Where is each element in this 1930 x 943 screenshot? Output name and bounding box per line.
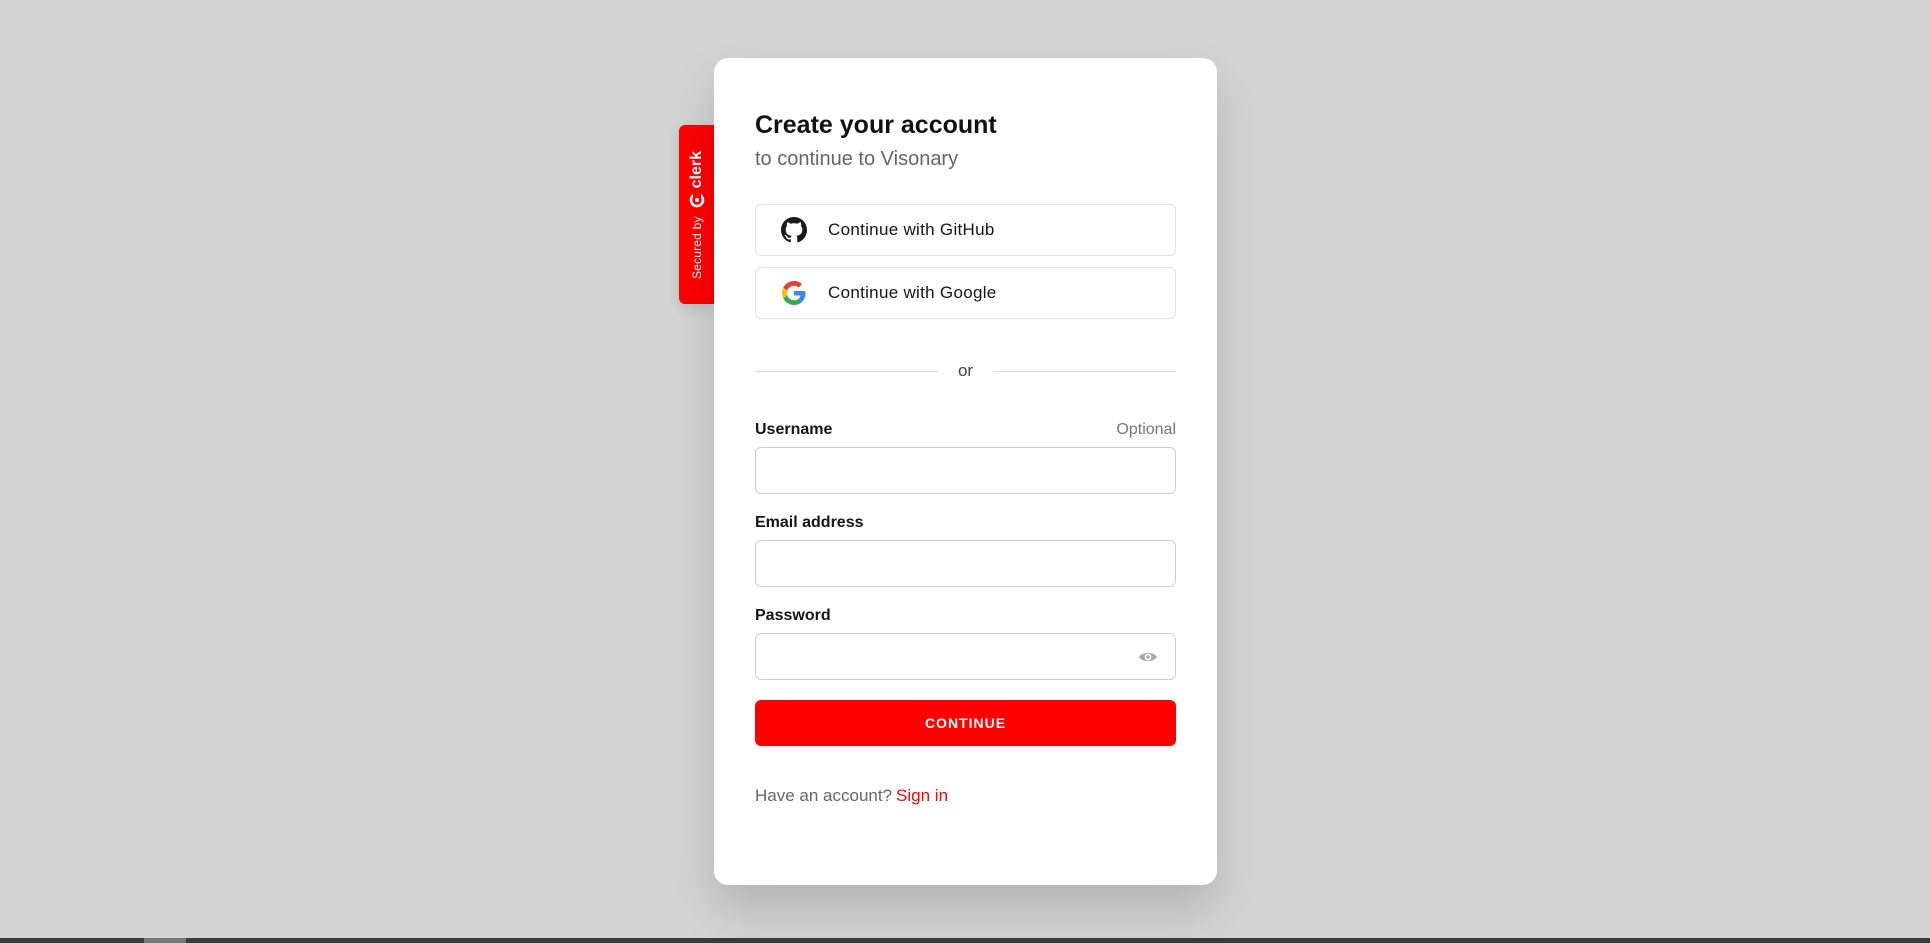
- eye-icon[interactable]: [1138, 647, 1158, 667]
- card-title: Create your account: [755, 111, 997, 139]
- google-button-label: Continue with Google: [828, 283, 997, 302]
- card-body: Create your account to continue to Vison…: [755, 110, 1176, 806]
- continue-button[interactable]: CONTINUE: [755, 700, 1176, 746]
- sign-in-prompt: Have an account? Sign in: [755, 786, 1176, 806]
- github-button-label: Continue with GitHub: [828, 220, 995, 239]
- password-field-header: Password: [755, 607, 1176, 627]
- password-label: Password: [755, 607, 831, 624]
- github-icon: [780, 216, 808, 244]
- username-field-header: Username Optional: [755, 421, 1176, 441]
- clerk-logo-icon: [689, 191, 705, 208]
- sign-in-link[interactable]: Sign in: [896, 786, 948, 805]
- email-field: Email address: [755, 514, 1176, 587]
- email-input-wrap: [755, 540, 1176, 587]
- secured-by-clerk-badge[interactable]: Secured by clerk: [679, 125, 715, 304]
- sign-in-prompt-text: Have an account?: [755, 786, 893, 805]
- password-input[interactable]: [755, 633, 1176, 680]
- email-field-header: Email address: [755, 514, 1176, 534]
- username-input-wrap: [755, 447, 1176, 494]
- badge-secured-text: Secured by: [690, 215, 704, 279]
- social-buttons: Continue with GitHub Continue with Googl…: [755, 204, 1176, 319]
- scrollbar-thumb[interactable]: [144, 938, 186, 943]
- username-label: Username: [755, 421, 833, 438]
- clerk-logo: clerk: [688, 150, 706, 208]
- clerk-logo-text: clerk: [688, 150, 705, 188]
- password-field: Password: [755, 607, 1176, 680]
- divider-line-left: [755, 370, 938, 372]
- continue-with-google-button[interactable]: Continue with Google: [755, 267, 1176, 319]
- divider-text: or: [957, 361, 974, 380]
- sign-up-card: Create your account to continue to Vison…: [714, 58, 1217, 885]
- username-field: Username Optional: [755, 421, 1176, 494]
- card-subtitle: to continue to Visonary: [755, 148, 959, 170]
- password-input-wrap: [755, 633, 1176, 680]
- divider-line-right: [993, 370, 1176, 372]
- username-optional-hint: Optional: [1116, 421, 1176, 438]
- sign-up-form: Username Optional Email address Password…: [755, 421, 1176, 746]
- or-divider: or: [755, 361, 1176, 381]
- badge-content: Secured by clerk: [688, 150, 706, 278]
- username-input[interactable]: [755, 447, 1176, 494]
- bottom-scrollbar[interactable]: [0, 938, 1930, 943]
- continue-with-github-button[interactable]: Continue with GitHub: [755, 204, 1176, 256]
- email-input[interactable]: [755, 540, 1176, 587]
- google-icon: [780, 279, 808, 307]
- email-label: Email address: [755, 514, 864, 531]
- page: Secured by clerk Create your account to …: [0, 0, 1930, 943]
